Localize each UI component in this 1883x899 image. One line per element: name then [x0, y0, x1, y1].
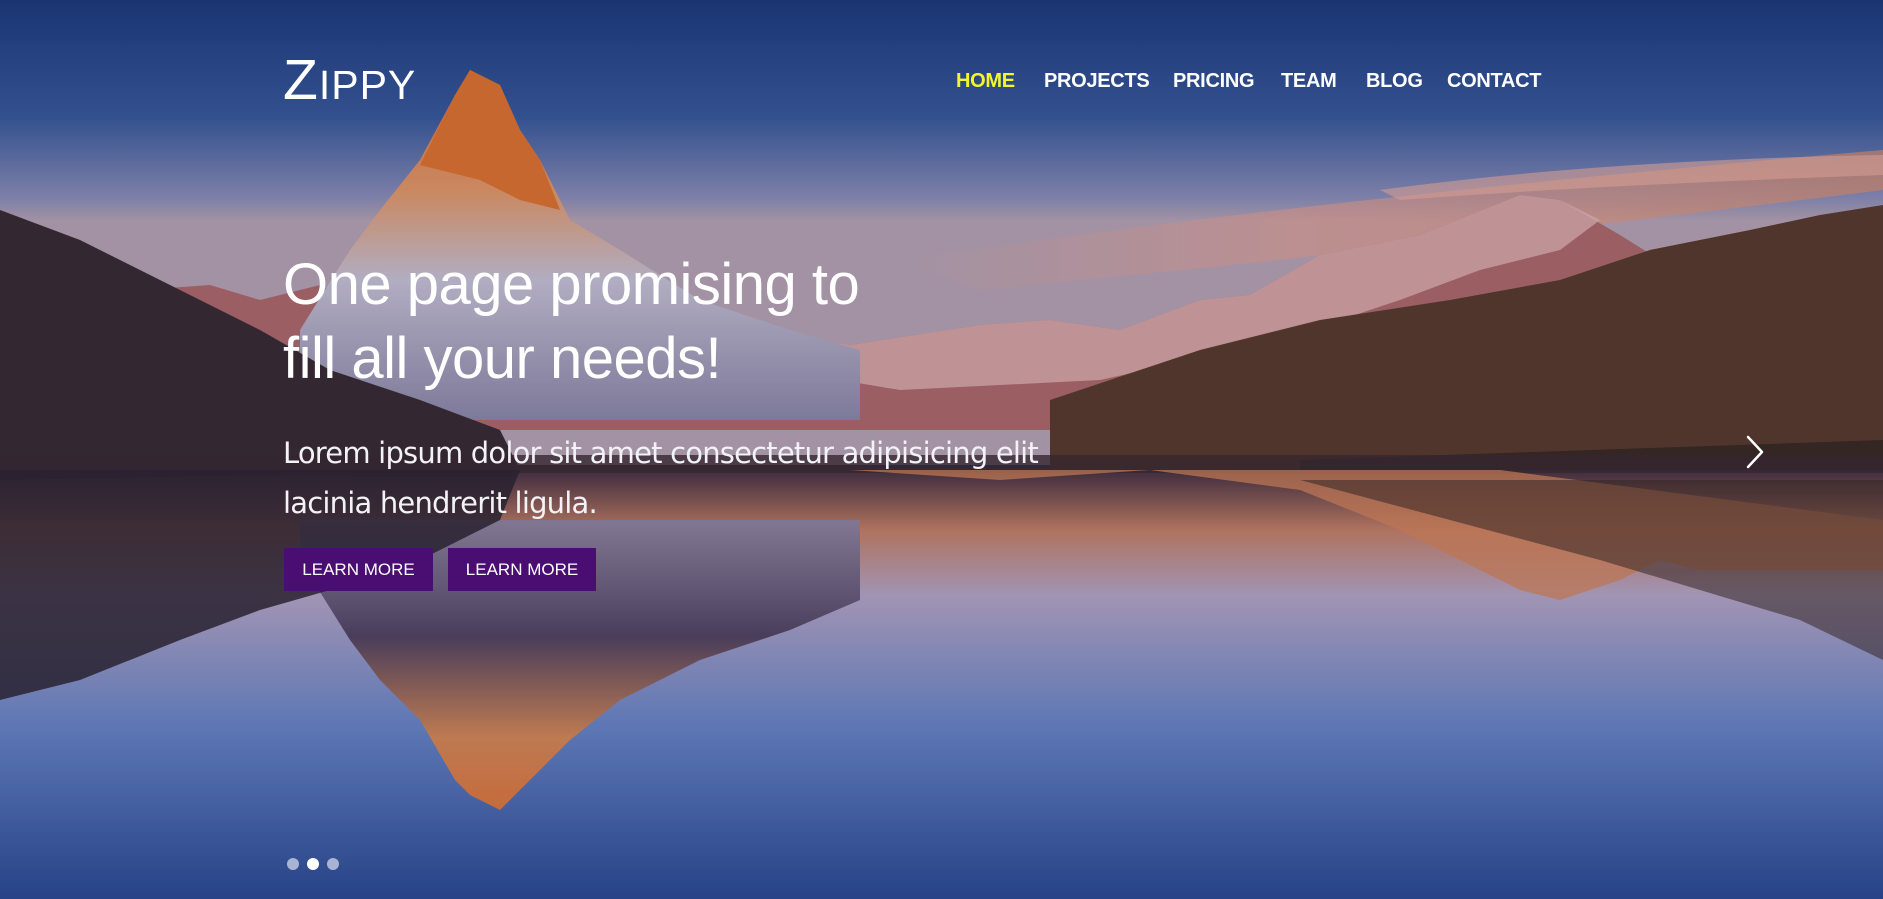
nav-item-blog[interactable]: BLOG — [1366, 70, 1423, 93]
nav-item-team[interactable]: TEAM — [1281, 70, 1337, 93]
nav-item-contact[interactable]: CONTACT — [1447, 70, 1541, 93]
hero-headline-line-1: One page promising to — [283, 252, 860, 317]
slider-dot-1[interactable] — [287, 858, 299, 870]
nav-item-projects[interactable]: PROJECTS — [1044, 70, 1150, 93]
hero-headline: One page promising to fill all your need… — [283, 248, 1043, 396]
hero-headline-line-2: fill all your needs! — [283, 326, 722, 391]
hero-lead-line-1: Lorem ipsum dolor sit amet consectetur a… — [283, 436, 1039, 470]
main-nav: HOME PROJECTS PRICING TEAM BLOG CONTACT — [0, 70, 1883, 94]
slider-dot-2[interactable] — [307, 858, 319, 870]
slider-dot-3[interactable] — [327, 858, 339, 870]
hero-lead-text: Lorem ipsum dolor sit amet consectetur a… — [283, 428, 1103, 528]
slider-next-button[interactable] — [1740, 432, 1770, 472]
hero-slider: ZIPPY HOME PROJECTS PRICING TEAM BLOG CO… — [0, 0, 1883, 899]
nav-item-home[interactable]: HOME — [956, 70, 1015, 93]
learn-more-button-2[interactable]: LEARN MORE — [448, 548, 596, 591]
hero-lead-line-2: lacinia hendrerit ligula. — [283, 486, 598, 520]
nav-item-pricing[interactable]: PRICING — [1173, 70, 1255, 93]
chevron-right-icon — [1746, 435, 1764, 469]
learn-more-button-1[interactable]: LEARN MORE — [284, 548, 433, 591]
